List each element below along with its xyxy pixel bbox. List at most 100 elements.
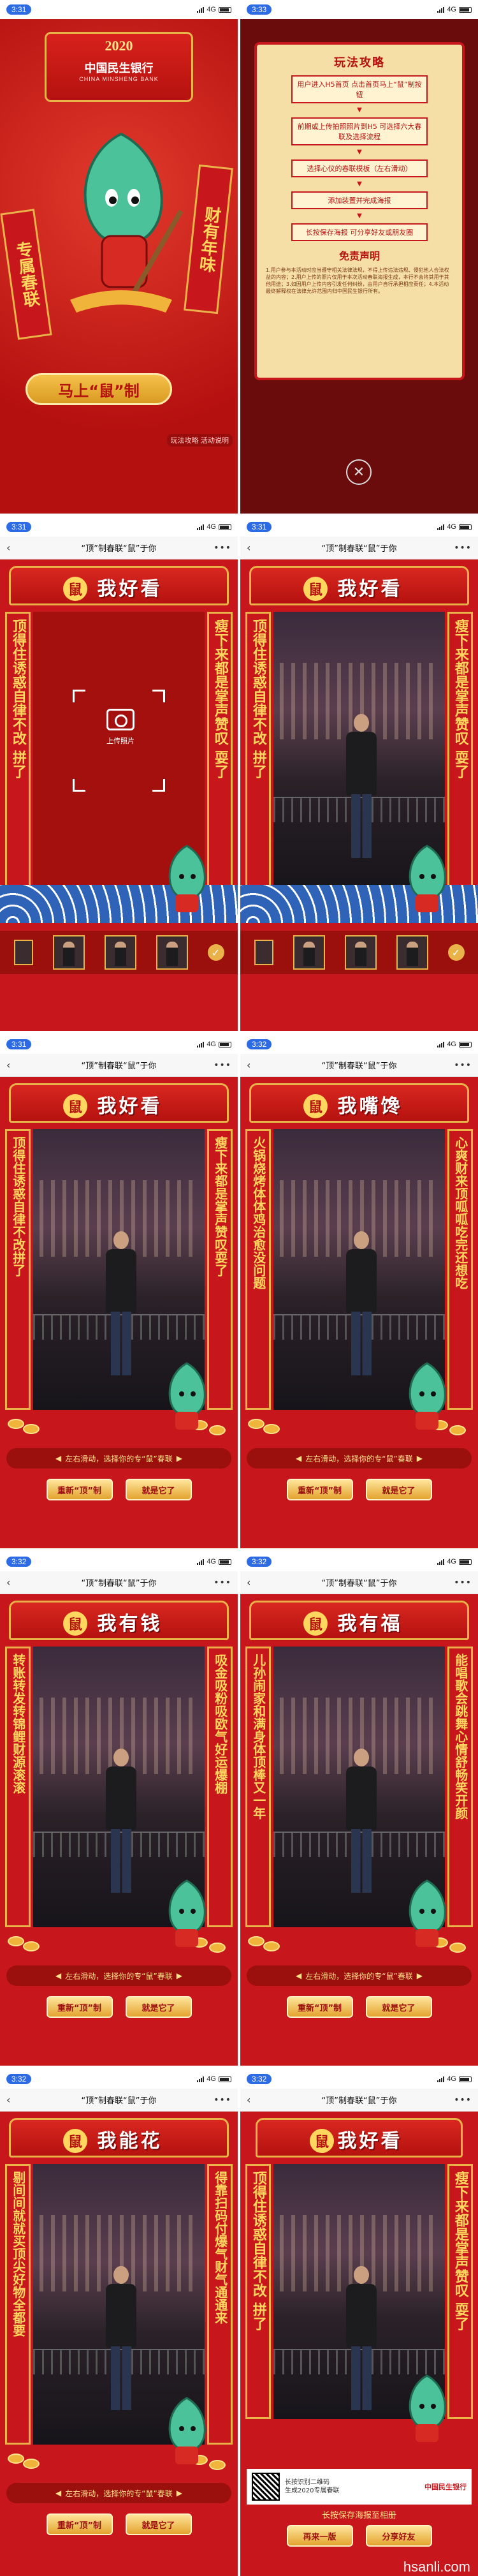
- more-icon[interactable]: •••: [214, 2095, 231, 2105]
- template-thumbnail[interactable]: [52, 935, 85, 970]
- more-icon[interactable]: •••: [214, 1578, 231, 1588]
- back-icon[interactable]: ‹: [6, 1059, 10, 1071]
- reshoot-button[interactable]: 重新“顶”制: [286, 1479, 353, 1500]
- landing-scene: 2020 中国民生银行 CHINA MINSHENG BANK 专属春联 财有年…: [0, 19, 238, 514]
- more-icon[interactable]: •••: [454, 2095, 472, 2105]
- person-figure: [103, 2266, 139, 2413]
- more-icon[interactable]: •••: [454, 543, 472, 553]
- template-thumbnail[interactable]: [13, 940, 33, 965]
- swipe-hint: ◀ 左右滑动，选择你的专“鼠”春联 ▶: [247, 1965, 472, 1986]
- screen-landing: 3:31 4G 2020 中国民生银行 CHINA MINSHENG BANK …: [0, 0, 238, 514]
- again-button[interactable]: 再来一版: [286, 2525, 353, 2547]
- chevron-right-icon: ▶: [176, 1454, 182, 1463]
- more-icon[interactable]: •••: [454, 1578, 472, 1588]
- save-tip: 长按保存海报至相册: [321, 2511, 396, 2520]
- reshoot-button[interactable]: 重新“顶”制: [46, 1996, 113, 2018]
- left-couplet-text: 顶得住诱惑自律不改: [250, 619, 266, 745]
- signal-icon: [437, 1558, 445, 1565]
- qr-caption: 生成2020专属春联: [285, 2487, 340, 2494]
- confirm-check-icon[interactable]: ✓: [447, 944, 465, 961]
- reshoot-button[interactable]: 重新“顶”制: [286, 1996, 353, 2018]
- nav-bar: ‹ “顶”制春联“鼠”于你 •••: [0, 1571, 238, 1594]
- person-figure: [103, 1231, 139, 1378]
- more-icon[interactable]: •••: [214, 543, 231, 553]
- swipe-hint: ◀ 左右滑动，选择你的专“鼠”春联 ▶: [6, 2483, 231, 2503]
- reshoot-button[interactable]: 重新“顶”制: [46, 1479, 113, 1500]
- nav-bar: ‹ “顶”制春联“鼠”于你 •••: [240, 537, 478, 559]
- nav-bar: ‹ “顶”制春联“鼠”于你 •••: [240, 1054, 478, 1077]
- back-icon[interactable]: ‹: [6, 2094, 10, 2106]
- back-icon[interactable]: ‹: [6, 1576, 10, 1588]
- camera-icon: [106, 709, 134, 730]
- screen-upload-photo: 3:31 4G ‹ “顶”制春联“鼠”于你 ••• 鼠我好看 顶得住诱惑自律不改 拼了…: [240, 517, 478, 1031]
- bank-logo: 中国民生银行: [424, 2483, 467, 2491]
- screen-poster: 3:32 4G ‹ “顶”制春联“鼠”于你 ••• 鼠我好看 顶得住诱惑自律不改 拼了…: [240, 2069, 478, 2576]
- rules-link[interactable]: 玩法攻略 活动说明: [166, 434, 233, 447]
- left-couplet-text: 儿孙闹家和满身体顶棒又一年: [250, 1654, 266, 1819]
- left-couplet-text: 火锅烧烤体体鸡治愈没问题: [250, 1136, 266, 1289]
- nav-title: “顶”制春联“鼠”于你: [81, 1579, 157, 1588]
- chevron-right-icon: ▶: [176, 2489, 182, 2498]
- network-label: 4G: [447, 6, 456, 13]
- back-icon[interactable]: ‹: [247, 1576, 250, 1588]
- nav-title: “顶”制春联“鼠”于你: [321, 2096, 397, 2106]
- more-icon[interactable]: •••: [214, 1060, 231, 1070]
- confirm-button[interactable]: 就是它了: [125, 1996, 192, 2018]
- bank-name-en: CHINA MINSHENG BANK: [79, 76, 159, 82]
- swipe-hint-text: 左右滑动，选择你的专“鼠”春联: [65, 1971, 173, 1981]
- confirm-button[interactable]: 就是它了: [125, 1479, 192, 1500]
- right-couplet-text: 瘦下来都是掌声赞叹: [452, 2171, 468, 2297]
- nav-bar: ‹ “顶”制春联“鼠”于你 •••: [0, 537, 238, 559]
- network-label: 4G: [206, 6, 216, 13]
- template-thumbnail[interactable]: [254, 940, 273, 965]
- back-icon[interactable]: ‹: [6, 542, 10, 554]
- status-bar: 3:32 4G: [0, 1552, 238, 1571]
- left-couplet-text: 顶得住诱惑自律不改拼了: [10, 1136, 26, 1277]
- rules-title: 玩法攻略: [334, 56, 385, 70]
- couplet-frame: 鼠我有钱 转账转发转锦鲤财源滚滚 吸金吸粉吸欧气好运爆棚 ◀ 左右滑动，选择你的专…: [0, 1594, 238, 2066]
- rules-step: 添加装置并完成海报: [291, 191, 428, 209]
- nav-bar: ‹ “顶”制春联“鼠”于你 •••: [240, 2089, 478, 2112]
- back-icon[interactable]: ‹: [247, 542, 250, 554]
- right-couplet-text: 瘦下来都是掌声赞叹: [452, 619, 468, 745]
- battery-icon: [219, 1558, 231, 1565]
- template-thumbnail[interactable]: [104, 935, 136, 970]
- back-icon[interactable]: ‹: [247, 2094, 250, 2106]
- start-button[interactable]: 马上“鼠”制: [25, 373, 172, 405]
- network-label: 4G: [447, 1558, 456, 1566]
- status-time: 3:31: [6, 522, 32, 532]
- confirm-check-icon[interactable]: ✓: [207, 944, 224, 961]
- reshoot-button[interactable]: 重新“顶”制: [46, 2513, 113, 2535]
- left-couplet: 顶得住诱惑自律不改拼了: [245, 612, 271, 892]
- status-time: 3:31: [6, 1039, 32, 1049]
- status-bar: 3:31 4G: [240, 517, 478, 537]
- confirm-button[interactable]: 就是它了: [365, 1996, 432, 2018]
- arch-title: 我嘴馋: [337, 1095, 403, 1118]
- right-scroll: 财有年味: [184, 164, 233, 315]
- chevron-left-icon: ◀: [296, 1971, 302, 1980]
- confirm-button[interactable]: 就是它了: [125, 2513, 192, 2535]
- year-label: 2020: [105, 38, 133, 54]
- template-thumbnail[interactable]: [396, 935, 428, 970]
- back-icon[interactable]: ‹: [247, 1059, 250, 1071]
- nav-bar: ‹ “顶”制春联“鼠”于你 •••: [0, 1054, 238, 1077]
- right-couplet-text: 吸金吸粉吸欧气好运爆棚: [212, 1654, 228, 1794]
- qr-code: [252, 2473, 280, 2501]
- battery-icon: [459, 1558, 472, 1565]
- template-thumbnail[interactable]: [344, 935, 377, 970]
- template-thumbnail[interactable]: [293, 935, 325, 970]
- template-thumbnail[interactable]: [156, 935, 188, 970]
- more-icon[interactable]: •••: [454, 1060, 472, 1070]
- status-bar: 3:32 4G: [240, 1552, 478, 1571]
- couplet-frame: 鼠我好看 顶得住诱惑自律不改拼了 瘦下来都是掌声赞叹耍了 ◀ 左右滑动，选择你的专…: [0, 1077, 238, 1548]
- share-button[interactable]: 分享好友: [365, 2525, 432, 2547]
- arch-banner: 鼠我好看: [9, 566, 229, 605]
- modal-overlay: 玩法攻略 用户进入H5首页 点击首页马上“鼠”制按钮 ▼ 前期或上传拍照照片到H…: [240, 19, 478, 514]
- confirm-button[interactable]: 就是它了: [365, 1479, 432, 1500]
- couplet-frame: 鼠我有福 儿孙闹家和满身体顶棒又一年 能唱歌会跳舞心情舒畅笑开颜 ◀ 左右滑动，选…: [240, 1594, 478, 2066]
- close-icon: ✕: [352, 464, 365, 480]
- left-couplet: 转账转发转锦鲤财源滚滚: [5, 1647, 31, 1927]
- close-button[interactable]: ✕: [346, 459, 372, 485]
- network-label: 4G: [206, 1558, 216, 1566]
- status-bar: 3:32 4G: [0, 2069, 238, 2089]
